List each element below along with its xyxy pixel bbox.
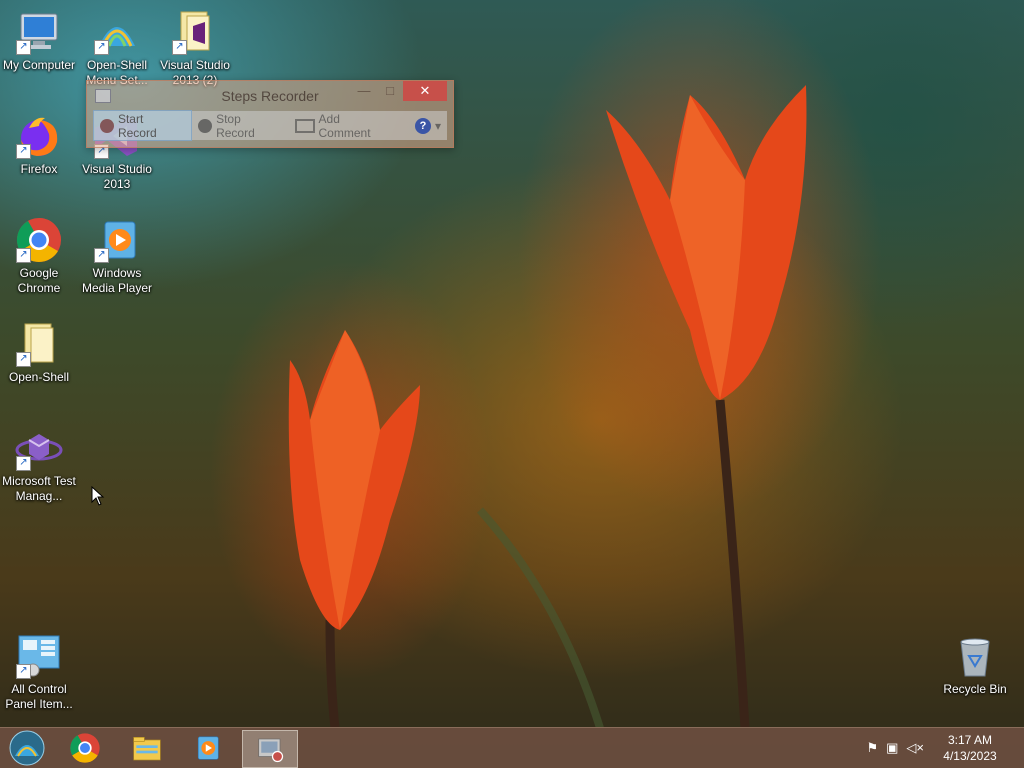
- icon-label: Microsoft Test Manag...: [2, 474, 76, 503]
- clock-time: 3:17 AM: [947, 733, 993, 747]
- taskbar-media-player-button[interactable]: [180, 730, 234, 766]
- shortcut-arrow-icon: ↗: [172, 40, 187, 55]
- icon-label: Open-Shell: [8, 370, 70, 384]
- system-tray: ⚑ ▣ ◁×: [866, 740, 924, 756]
- desktop-icon-my-computer[interactable]: ↗ My Computer: [0, 8, 80, 73]
- taskbar-chrome-button[interactable]: [58, 730, 112, 766]
- steps-recorder-titlebar[interactable]: Steps Recorder — □ ✕: [87, 81, 453, 111]
- desktop-icon-recycle-bin[interactable]: Recycle Bin: [934, 632, 1016, 697]
- volume-muted-icon[interactable]: ◁×: [906, 740, 924, 756]
- desktop-icon-firefox[interactable]: ↗ Firefox: [0, 112, 80, 177]
- help-button[interactable]: ? ▾: [409, 111, 447, 140]
- desktop-icon-visual-studio-2013-2[interactable]: ↗ Visual Studio 2013 (2): [154, 8, 236, 88]
- media-player-icon: [197, 736, 219, 760]
- stop-record-button[interactable]: Stop Record: [192, 111, 288, 140]
- steps-recorder-icon: [258, 738, 284, 763]
- close-button[interactable]: ✕: [403, 81, 447, 101]
- comment-icon: [294, 118, 315, 133]
- desktop-icon-open-shell-menu-settings[interactable]: ↗ Open-Shell Menu Set...: [76, 8, 158, 88]
- maximize-button[interactable]: □: [377, 81, 403, 101]
- taskbar-steps-recorder-button[interactable]: [242, 730, 298, 768]
- network-icon[interactable]: ▣: [886, 740, 898, 756]
- file-explorer-icon: [133, 737, 161, 761]
- action-center-flag-icon[interactable]: ⚑: [866, 740, 878, 756]
- desktop-icon-microsoft-test-manager[interactable]: ↗ Microsoft Test Manag...: [0, 424, 80, 504]
- desktop-icon-open-shell[interactable]: ↗ Open-Shell: [0, 320, 80, 385]
- shortcut-arrow-icon: ↗: [16, 456, 31, 471]
- shortcut-arrow-icon: ↗: [16, 664, 31, 679]
- shortcut-arrow-icon: ↗: [16, 352, 31, 367]
- icon-label: Windows Media Player: [81, 266, 153, 295]
- minimize-button[interactable]: —: [351, 81, 377, 101]
- taskbar: ⚑ ▣ ◁× 3:17 AM 4/13/2023: [0, 727, 1024, 768]
- shortcut-arrow-icon: ↗: [16, 144, 31, 159]
- shortcut-arrow-icon: ↗: [94, 40, 109, 55]
- steps-recorder-window[interactable]: Steps Recorder — □ ✕ Start Record Stop R…: [86, 80, 454, 148]
- shortcut-arrow-icon: ↗: [94, 248, 109, 263]
- chevron-down-icon[interactable]: ▾: [435, 119, 441, 133]
- add-comment-button[interactable]: Add Comment: [289, 111, 401, 140]
- start-orb-icon: [9, 730, 45, 766]
- shortcut-arrow-icon: ↗: [16, 40, 31, 55]
- icon-label: Google Chrome: [17, 266, 61, 295]
- shortcut-arrow-icon: ↗: [16, 248, 31, 263]
- recycle-bin-icon: [960, 638, 990, 677]
- mouse-cursor-icon: [91, 486, 105, 506]
- icon-label: Visual Studio 2013: [82, 162, 152, 191]
- steps-recorder-toolbar: Start Record Stop Record Add Comment ? ▾: [93, 110, 447, 141]
- record-icon: [100, 118, 114, 133]
- icon-label: Firefox: [20, 162, 58, 176]
- icon-label: All Control Panel Item...: [5, 682, 73, 711]
- icon-label: My Computer: [2, 58, 76, 72]
- desktop-icon-google-chrome[interactable]: ↗ Google Chrome: [0, 216, 80, 296]
- icon-label: Recycle Bin: [943, 682, 1007, 696]
- stop-icon: [198, 118, 213, 133]
- help-icon: ?: [414, 117, 431, 134]
- start-record-button[interactable]: Start Record: [93, 110, 193, 141]
- start-button[interactable]: [0, 730, 54, 766]
- taskbar-clock[interactable]: 3:17 AM 4/13/2023: [930, 732, 1010, 764]
- taskbar-file-explorer-button[interactable]: [120, 730, 174, 766]
- desktop-icon-windows-media-player[interactable]: ↗ Windows Media Player: [76, 216, 158, 296]
- desktop-icon-all-control-panel-items[interactable]: ↗ All Control Panel Item...: [0, 632, 80, 712]
- chrome-icon: [70, 733, 100, 763]
- clock-date: 4/13/2023: [943, 749, 997, 763]
